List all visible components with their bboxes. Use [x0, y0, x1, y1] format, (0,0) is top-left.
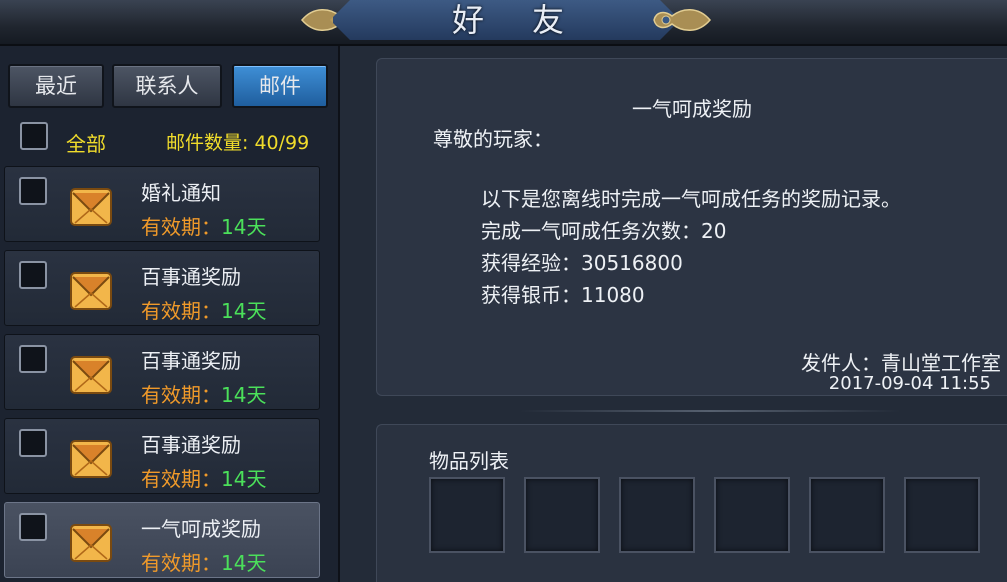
mail-count: 邮件数量: 40/99 — [166, 132, 310, 154]
mail-greeting: 尊敬的玩家： — [433, 127, 553, 151]
mail-content-box: 一气呵成奖励 尊敬的玩家： 以下是您离线时完成一气呵成任务的奖励记录。 完成一气… — [376, 58, 1007, 396]
validity-value: 14天 — [221, 467, 267, 491]
validity-value: 14天 — [221, 215, 267, 239]
envelope-icon — [70, 356, 112, 394]
item-list-label: 物品列表 — [429, 449, 509, 473]
mail-title: 百事通奖励 — [141, 349, 241, 373]
mail-list-panel: 最近 联系人 邮件 全部 邮件数量: 40/99 婚礼通知 有效期：14天 百事… — [0, 46, 340, 582]
mail-body-line: 获得银币：11080 — [481, 283, 645, 307]
mail-checkbox[interactable] — [19, 177, 47, 205]
tab-recent[interactable]: 最近 — [8, 64, 104, 108]
mail-title: 百事通奖励 — [141, 433, 241, 457]
mail-date: 2017-09-04 11:55 — [828, 373, 991, 394]
mail-checkbox[interactable] — [19, 261, 47, 289]
item-slot[interactable] — [809, 477, 885, 553]
mail-title: 一气呵成奖励 — [141, 517, 261, 541]
validity-label: 有效期： — [141, 467, 221, 491]
item-slot[interactable] — [904, 477, 980, 553]
envelope-icon — [70, 524, 112, 562]
mail-validity: 有效期：14天 — [141, 379, 266, 408]
envelope-icon — [70, 440, 112, 478]
validity-label: 有效期： — [141, 383, 221, 407]
mail-validity: 有效期：14天 — [141, 463, 266, 492]
mail-list-item[interactable]: 百事通奖励 有效期：14天 — [4, 250, 320, 326]
mail-list-item[interactable]: 百事通奖励 有效期：14天 — [4, 418, 320, 494]
item-slot[interactable] — [524, 477, 600, 553]
tab-mail[interactable]: 邮件 — [232, 64, 328, 108]
mail-sender: 发件人：青山堂工作室 — [801, 351, 1001, 375]
mail-validity: 有效期：14天 — [141, 547, 266, 576]
item-slot[interactable] — [619, 477, 695, 553]
mail-list-item[interactable]: 百事通奖励 有效期：14天 — [4, 334, 320, 410]
mail-title: 婚礼通知 — [141, 181, 221, 205]
validity-label: 有效期： — [141, 299, 221, 323]
select-all-checkbox[interactable] — [20, 122, 48, 150]
attachment-box: 物品列表 — [376, 424, 1007, 582]
envelope-icon — [70, 188, 112, 226]
item-slot[interactable] — [429, 477, 505, 553]
mail-body-line: 完成一气呵成任务次数：20 — [481, 219, 727, 243]
mail-body-line: 获得经验：30516800 — [481, 251, 683, 275]
mail-heading: 一气呵成奖励 — [632, 97, 752, 121]
select-all-label: 全部 — [66, 132, 106, 156]
tab-contacts[interactable]: 联系人 — [112, 64, 222, 108]
validity-value: 14天 — [221, 551, 267, 575]
mail-validity: 有效期：14天 — [141, 211, 266, 240]
mail-list-item[interactable]: 婚礼通知 有效期：14天 — [4, 166, 320, 242]
item-slot[interactable] — [714, 477, 790, 553]
title-bar: 好友 — [0, 0, 1007, 46]
validity-value: 14天 — [221, 299, 267, 323]
divider — [520, 410, 900, 412]
mail-body-line: 以下是您离线时完成一气呵成任务的奖励记录。 — [481, 187, 901, 211]
mail-title: 百事通奖励 — [141, 265, 241, 289]
validity-label: 有效期： — [141, 551, 221, 575]
mail-checkbox[interactable] — [19, 345, 47, 373]
mail-list-item-selected[interactable]: 一气呵成奖励 有效期：14天 — [4, 502, 320, 578]
mail-validity: 有效期：14天 — [141, 295, 266, 324]
validity-label: 有效期： — [141, 215, 221, 239]
window-title: 好友 — [451, 1, 612, 39]
validity-value: 14天 — [221, 383, 267, 407]
envelope-icon — [70, 272, 112, 310]
dragon-ornament-icon — [653, 9, 711, 31]
mail-checkbox[interactable] — [19, 513, 47, 541]
mail-checkbox[interactable] — [19, 429, 47, 457]
